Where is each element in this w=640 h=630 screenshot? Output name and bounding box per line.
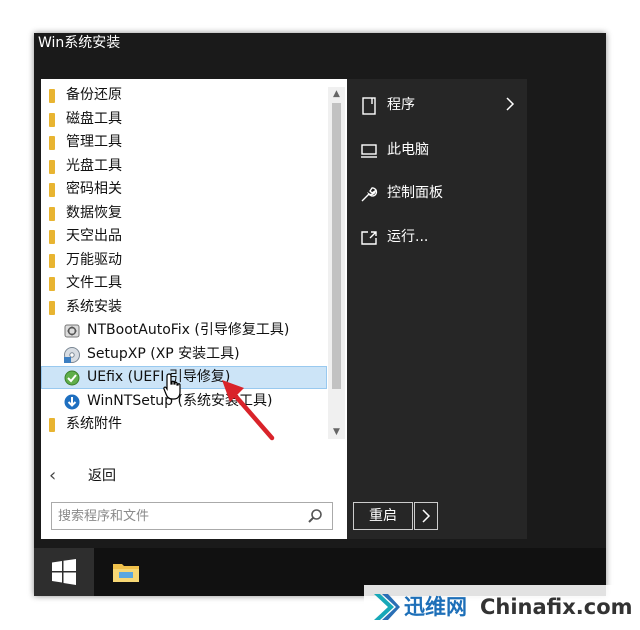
menu-item-control-panel[interactable]: 控制面板 — [347, 176, 527, 210]
program-item-setupxp[interactable]: SetupXP (XP 安装工具) — [41, 343, 328, 367]
program-item-uefix[interactable]: UEfix (UEFI 引导修复) — [41, 366, 328, 390]
folder-item[interactable]: 磁盘工具 — [41, 108, 328, 132]
folder-icon — [49, 136, 55, 150]
program-label: SetupXP (XP 安装工具) — [87, 345, 240, 362]
file-explorer-icon[interactable] — [112, 560, 140, 584]
folder-icon — [49, 300, 55, 315]
folder-icon — [49, 183, 55, 197]
program-item-ntbootautofix[interactable]: NTBootAutoFix (引导修复工具) — [41, 319, 328, 343]
computer-icon — [361, 144, 377, 158]
watermark-en: Chinafix.com — [480, 595, 633, 619]
menu-label: 程序 — [387, 97, 415, 113]
watermark-cn: 迅维网 — [404, 595, 467, 619]
chevron-left-icon: ‹ — [49, 465, 57, 486]
programs-icon — [362, 97, 376, 115]
vertical-scrollbar[interactable]: ▲ ▼ — [328, 87, 345, 439]
program-item-winntsetup[interactable]: WinNTSetup (系统安装工具) — [41, 390, 328, 414]
folder-item-expanded[interactable]: 系统安装 — [41, 296, 328, 320]
folder-icon — [49, 159, 55, 174]
folder-label: 备份还原 — [66, 87, 122, 103]
folder-label: 系统安装 — [66, 298, 122, 315]
folder-icon — [49, 112, 55, 127]
folder-item[interactable]: 光盘工具 — [41, 155, 328, 179]
folder-label: 数据恢复 — [66, 204, 122, 221]
watermark: 迅维网 Chinafix.com — [364, 585, 640, 630]
folder-icon — [49, 253, 55, 268]
search-icon[interactable] — [306, 507, 324, 525]
back-label: 返回 — [88, 468, 116, 484]
chevron-right-icon — [422, 509, 431, 523]
folder-label: 光盘工具 — [66, 157, 122, 174]
system-links-panel: 程序 此电脑 控制面板 运行... 重启 — [347, 79, 527, 539]
menu-item-run[interactable]: 运行... — [347, 220, 527, 254]
uefix-icon — [64, 370, 80, 386]
folder-item[interactable]: 天空出品 — [41, 225, 328, 249]
folder-label: 管理工具 — [66, 134, 122, 150]
window-title: Win系统安装 — [38, 35, 121, 51]
back-button[interactable]: ‹ 返回 — [41, 463, 328, 489]
folder-item[interactable]: 系统附件 — [41, 413, 328, 437]
folder-item[interactable]: 密码相关 — [41, 178, 328, 202]
power-options-button[interactable] — [414, 502, 438, 530]
hand-cursor-icon — [163, 373, 181, 400]
folder-label: 磁盘工具 — [66, 110, 122, 127]
program-list-panel: 备份还原 磁盘工具 管理工具 光盘工具 密码相关 数据恢复 天空出品 万能驱动 — [41, 79, 347, 539]
folder-label: 系统附件 — [66, 416, 122, 432]
folder-item[interactable]: 备份还原 — [41, 84, 328, 108]
folder-icon — [49, 89, 55, 103]
start-button[interactable] — [34, 548, 94, 596]
folder-label: 万能驱动 — [66, 251, 122, 268]
annotation-arrow-icon — [222, 380, 275, 441]
menu-label: 运行... — [387, 229, 429, 245]
search-input[interactable] — [58, 506, 298, 526]
search-box[interactable] — [51, 502, 333, 530]
folder-icon — [49, 230, 55, 244]
folder-icon — [49, 418, 55, 432]
chinafix-logo-icon — [374, 594, 400, 620]
scrollbar-thumb[interactable] — [332, 103, 341, 389]
winntsetup-icon — [64, 394, 80, 409]
menu-item-programs[interactable]: 程序 — [347, 88, 527, 122]
ntbootautofix-icon — [64, 324, 80, 338]
menu-label: 此电脑 — [387, 142, 429, 158]
chevron-right-icon — [506, 97, 515, 111]
folder-label: 密码相关 — [66, 181, 122, 197]
program-tree: 备份还原 磁盘工具 管理工具 光盘工具 密码相关 数据恢复 天空出品 万能驱动 — [41, 84, 328, 437]
scroll-down-icon[interactable]: ▼ — [328, 425, 345, 439]
scroll-up-icon[interactable]: ▲ — [328, 87, 345, 101]
folder-item[interactable]: 管理工具 — [41, 131, 328, 155]
folder-label: 文件工具 — [66, 275, 122, 291]
restart-button[interactable]: 重启 — [353, 502, 413, 530]
menu-label: 控制面板 — [387, 185, 443, 201]
menu-item-this-pc[interactable]: 此电脑 — [347, 133, 527, 167]
wrench-icon — [361, 187, 378, 202]
run-icon — [361, 231, 377, 245]
folder-item[interactable]: 数据恢复 — [41, 202, 328, 226]
folder-label: 天空出品 — [66, 228, 122, 244]
setupxp-icon — [64, 346, 80, 363]
folder-icon — [49, 206, 55, 221]
folder-item[interactable]: 文件工具 — [41, 272, 328, 296]
program-label: UEfix (UEFI 引导修复) — [87, 369, 231, 385]
folder-item[interactable]: 万能驱动 — [41, 249, 328, 273]
folder-icon — [49, 277, 55, 291]
windows-logo-icon — [52, 559, 76, 585]
program-label: NTBootAutoFix (引导修复工具) — [87, 322, 290, 338]
